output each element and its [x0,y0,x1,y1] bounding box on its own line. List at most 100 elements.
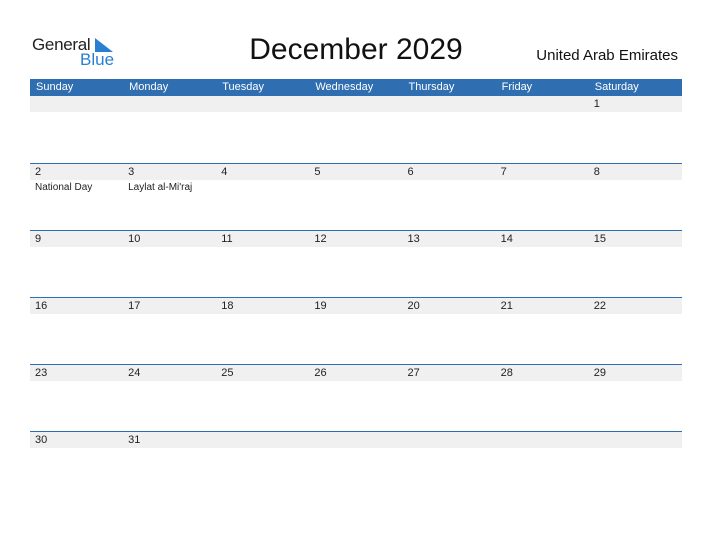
day-cell: 13 [402,231,496,297]
day-cell: 24 [123,365,217,431]
day-cell: 5 [309,164,403,230]
day-cell: 26 [309,365,403,431]
holiday-label: Laylat al-Mi'raj [128,182,193,193]
day-cell: 15 [588,231,682,297]
day-number [402,96,496,112]
day-cell: 18 [216,298,310,364]
day-number: 14 [495,231,589,247]
day-number: 19 [309,298,403,314]
day-number: 4 [216,164,310,180]
day-cell [402,432,496,448]
day-number: 30 [30,432,124,448]
day-number [495,432,589,448]
day-number: 15 [588,231,682,247]
day-cell: 1 [588,96,682,163]
weekday-saturday: Saturday [594,81,639,93]
day-number: 9 [30,231,124,247]
weekday-friday: Friday [501,81,533,93]
weeks-container: 1 2 National Day 3 Laylat al-Mi'raj 4 5 6 7 8 9 10 1… [30,96,682,448]
day-cell: 4 [216,164,310,230]
day-number: 17 [123,298,217,314]
day-number [588,432,682,448]
day-cell [402,96,496,163]
day-number: 26 [309,365,403,381]
day-number: 23 [30,365,124,381]
weekday-wednesday: Wednesday [315,81,374,93]
day-number: 12 [309,231,403,247]
week-row: 16 17 18 19 20 21 22 [30,297,682,364]
day-number [309,96,403,112]
week-row: 23 24 25 26 27 28 29 [30,364,682,431]
day-number: 5 [309,164,403,180]
week-row: 1 [30,96,682,163]
day-number: 27 [402,365,496,381]
weekday-thursday: Thursday [408,81,455,93]
day-cell: 16 [30,298,124,364]
day-cell: 12 [309,231,403,297]
day-cell [495,432,589,448]
day-cell: 28 [495,365,589,431]
calendar-grid: Sunday Monday Tuesday Wednesday Thursday… [30,79,682,448]
day-cell: 21 [495,298,589,364]
day-cell [588,432,682,448]
weekday-sunday: Sunday [36,81,74,93]
day-number [495,96,589,112]
day-number: 1 [588,96,682,112]
day-number [30,96,124,112]
day-cell: 27 [402,365,496,431]
day-cell: 22 [588,298,682,364]
day-cell [216,96,310,163]
day-cell: 7 [495,164,589,230]
day-cell: 19 [309,298,403,364]
day-cell [216,432,310,448]
day-cell: 8 [588,164,682,230]
day-number [309,432,403,448]
day-cell: 14 [495,231,589,297]
day-number: 8 [588,164,682,180]
day-cell: 30 [30,432,124,448]
day-number [402,432,496,448]
day-number: 21 [495,298,589,314]
day-cell: 9 [30,231,124,297]
day-cell [123,96,217,163]
day-number [216,96,310,112]
day-number: 11 [216,231,310,247]
day-number: 7 [495,164,589,180]
day-cell: 11 [216,231,310,297]
day-cell: 31 [123,432,217,448]
day-cell: 17 [123,298,217,364]
day-number: 29 [588,365,682,381]
day-cell [495,96,589,163]
weekday-header: Sunday Monday Tuesday Wednesday Thursday… [30,79,682,96]
day-cell [30,96,124,163]
day-cell: 29 [588,365,682,431]
day-number: 10 [123,231,217,247]
day-cell [309,432,403,448]
day-number: 18 [216,298,310,314]
week-row: 2 National Day 3 Laylat al-Mi'raj 4 5 6 7 8 [30,163,682,230]
day-number: 25 [216,365,310,381]
holiday-label: National Day [35,182,93,193]
day-cell: 20 [402,298,496,364]
day-cell: 23 [30,365,124,431]
day-cell: 2 National Day [30,164,124,230]
day-number: 3 [123,164,217,180]
day-number: 22 [588,298,682,314]
day-number [123,96,217,112]
day-number: 31 [123,432,217,448]
day-cell: 6 [402,164,496,230]
week-row: 9 10 11 12 13 14 15 [30,230,682,297]
day-number: 24 [123,365,217,381]
weekday-tuesday: Tuesday [222,81,265,93]
day-cell: 10 [123,231,217,297]
country-label: United Arab Emirates [536,47,678,64]
day-cell [309,96,403,163]
day-cell: 25 [216,365,310,431]
day-cell: 3 Laylat al-Mi'raj [123,164,217,230]
day-number: 13 [402,231,496,247]
day-number [216,432,310,448]
week-row: 30 31 [30,431,682,448]
day-number: 20 [402,298,496,314]
day-number: 28 [495,365,589,381]
day-number: 2 [30,164,124,180]
